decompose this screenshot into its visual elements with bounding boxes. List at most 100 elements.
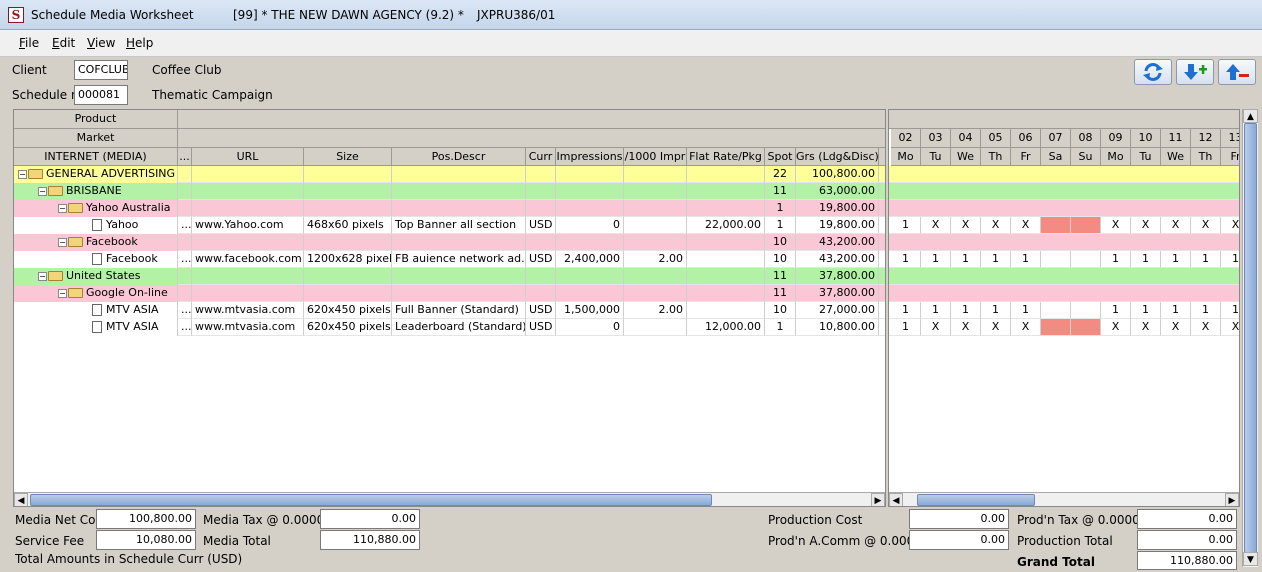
- cell-impressions[interactable]: 2,400,000: [556, 251, 624, 268]
- cell-url[interactable]: [192, 268, 304, 285]
- cell-curr[interactable]: USD: [526, 217, 556, 234]
- cell-size[interactable]: [304, 166, 392, 183]
- calendar-day-cell[interactable]: X: [1011, 319, 1041, 336]
- cell-url[interactable]: www.Yahoo.com: [192, 217, 304, 234]
- service-fee-field[interactable]: 10,080.00: [96, 530, 196, 550]
- cell-url[interactable]: [192, 234, 304, 251]
- cell-spot[interactable]: 1: [765, 217, 796, 234]
- cell-size[interactable]: 468x60 pixels: [304, 217, 392, 234]
- calendar-hscroll-thumb[interactable]: [917, 494, 1035, 506]
- collapse-icon[interactable]: −: [38, 186, 47, 196]
- cell-grs[interactable]: 37,800.00: [796, 268, 879, 285]
- cell-spot[interactable]: 1: [765, 319, 796, 336]
- cell-grs[interactable]: 10,800.00: [796, 319, 879, 336]
- day-number-header[interactable]: 04: [951, 129, 981, 148]
- cell-impressions[interactable]: 1,500,000: [556, 302, 624, 319]
- menu-view[interactable]: View: [87, 36, 115, 50]
- cell-curr[interactable]: USD: [526, 302, 556, 319]
- calendar-day-cell[interactable]: 1: [891, 302, 921, 319]
- tree-node-item[interactable]: Yahoo: [14, 217, 178, 234]
- calendar-day-cell[interactable]: X: [981, 217, 1011, 234]
- scroll-left-icon[interactable]: ◀: [14, 493, 28, 506]
- calendar-day-cell[interactable]: 1: [1191, 251, 1221, 268]
- cell-cpm[interactable]: [624, 200, 687, 217]
- calendar-day-cell[interactable]: [1071, 302, 1101, 319]
- move-down-add-button[interactable]: [1176, 59, 1214, 85]
- cell-url[interactable]: www.facebook.com...: [192, 251, 304, 268]
- cell-spot[interactable]: 10: [765, 251, 796, 268]
- cell-size[interactable]: [304, 268, 392, 285]
- cell-dots[interactable]: [178, 200, 192, 217]
- calendar-day-cell[interactable]: [1041, 251, 1071, 268]
- cell-pos-descr[interactable]: [392, 200, 526, 217]
- col-pos-descr-header[interactable]: Pos.Descr: [392, 148, 526, 166]
- cell-curr[interactable]: [526, 166, 556, 183]
- cell-grs[interactable]: 100,800.00: [796, 166, 879, 183]
- cell-impressions[interactable]: [556, 200, 624, 217]
- calendar-day-cell[interactable]: [1071, 217, 1101, 234]
- cell-url[interactable]: www.mtvasia.com: [192, 319, 304, 336]
- menu-help[interactable]: Help: [126, 36, 153, 50]
- cell-grs[interactable]: 19,800.00: [796, 217, 879, 234]
- day-number-header[interactable]: 05: [981, 129, 1011, 148]
- scroll-up-icon[interactable]: ▲: [1243, 109, 1258, 123]
- cell-pos-descr[interactable]: [392, 166, 526, 183]
- tree-node-group[interactable]: − BRISBANE: [14, 183, 178, 200]
- calendar-day-cell[interactable]: 1: [891, 251, 921, 268]
- calendar-day-cell[interactable]: [1041, 217, 1071, 234]
- day-number-header[interactable]: 07: [1041, 129, 1071, 148]
- cell-impressions[interactable]: [556, 234, 624, 251]
- cell-impressions[interactable]: [556, 183, 624, 200]
- cell-curr[interactable]: [526, 285, 556, 302]
- grid-hscrollbar[interactable]: ◀ ▶: [14, 492, 885, 506]
- production-total-field[interactable]: 0.00: [1137, 530, 1237, 550]
- cell-cpm[interactable]: [624, 268, 687, 285]
- calendar-day-cell[interactable]: 1: [981, 302, 1011, 319]
- calendar-day-cell[interactable]: 1: [891, 319, 921, 336]
- calendar-day-cell[interactable]: [1041, 319, 1071, 336]
- calendar-day-cell[interactable]: X: [1191, 217, 1221, 234]
- day-number-header[interactable]: 12: [1191, 129, 1221, 148]
- cell-pos-descr[interactable]: Leaderboard (Standard): [392, 319, 526, 336]
- cell-url[interactable]: www.mtvasia.com: [192, 302, 304, 319]
- cell-pos-descr[interactable]: Top Banner all section: [392, 217, 526, 234]
- cell-cpm[interactable]: [624, 234, 687, 251]
- tree-node-group[interactable]: − GENERAL ADVERTISING: [14, 166, 178, 183]
- day-number-header[interactable]: 06: [1011, 129, 1041, 148]
- calendar-day-cell[interactable]: [1071, 251, 1101, 268]
- calendar-day-cell[interactable]: [1071, 319, 1101, 336]
- media-tax-field[interactable]: 0.00: [320, 509, 420, 529]
- tree-node-group[interactable]: − Google On-line: [14, 285, 178, 302]
- cell-flat-rate[interactable]: 12,000.00: [687, 319, 765, 336]
- cell-cpm[interactable]: [624, 319, 687, 336]
- collapse-icon[interactable]: −: [18, 169, 27, 179]
- cell-cpm[interactable]: [624, 217, 687, 234]
- cell-impressions[interactable]: 0: [556, 319, 624, 336]
- cell-spot[interactable]: 11: [765, 268, 796, 285]
- calendar-day-cell[interactable]: 1: [1131, 302, 1161, 319]
- cell-url[interactable]: [192, 200, 304, 217]
- cell-curr[interactable]: [526, 268, 556, 285]
- cell-cpm[interactable]: [624, 166, 687, 183]
- cell-size[interactable]: 1200x628 pixels: [304, 251, 392, 268]
- calendar-day-cell[interactable]: 1: [921, 302, 951, 319]
- cell-url[interactable]: [192, 166, 304, 183]
- calendar-day-cell[interactable]: X: [921, 217, 951, 234]
- calendar-day-cell[interactable]: 1: [1191, 302, 1221, 319]
- cell-pos-descr[interactable]: [392, 268, 526, 285]
- prod-tax-field[interactable]: 0.00: [1137, 509, 1237, 529]
- cell-size[interactable]: [304, 183, 392, 200]
- tree-node-item[interactable]: MTV ASIA: [14, 302, 178, 319]
- cell-pos-descr[interactable]: [392, 183, 526, 200]
- calendar-day-cell[interactable]: X: [1221, 319, 1239, 336]
- cell-impressions[interactable]: [556, 268, 624, 285]
- production-cost-field[interactable]: 0.00: [909, 509, 1009, 529]
- cell-dots[interactable]: ...: [178, 319, 192, 336]
- cell-dots[interactable]: ...: [178, 302, 192, 319]
- calendar-day-cell[interactable]: 1: [1101, 302, 1131, 319]
- cell-spot[interactable]: 1: [765, 200, 796, 217]
- scroll-right-icon[interactable]: ▶: [871, 493, 885, 506]
- cell-impressions[interactable]: 0: [556, 217, 624, 234]
- cell-pos-descr[interactable]: Full Banner (Standard): [392, 302, 526, 319]
- cell-grs[interactable]: 63,000.00: [796, 183, 879, 200]
